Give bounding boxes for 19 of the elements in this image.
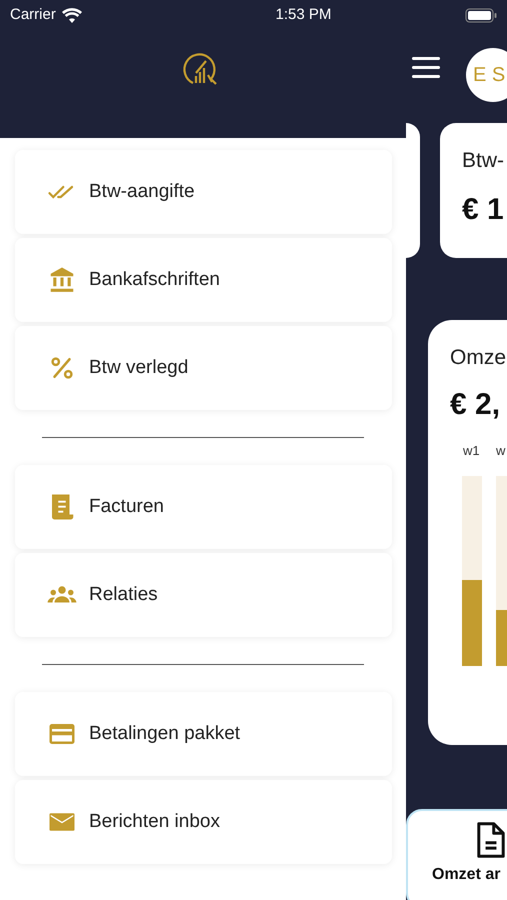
week-label: w bbox=[496, 442, 506, 460]
card-title: Omze bbox=[450, 345, 507, 371]
menu-item[interactable]: Btw verlegd bbox=[15, 326, 392, 410]
battery-icon bbox=[465, 8, 497, 22]
menu-item[interactable]: Relaties bbox=[15, 553, 392, 637]
menu-item[interactable]: Facturen bbox=[15, 465, 392, 549]
card-amount: € 1 bbox=[462, 192, 505, 228]
menu-item[interactable]: Betalingen pakket bbox=[15, 692, 392, 776]
carrier-name: Carrier bbox=[10, 4, 56, 25]
card-title: Btw- bbox=[462, 148, 505, 174]
menu-item[interactable]: Berichten inbox bbox=[15, 780, 392, 864]
week-label: w1 bbox=[463, 442, 481, 460]
wifi-icon bbox=[62, 8, 82, 22]
clock-time: 1:53 PM bbox=[275, 4, 332, 25]
menu-item[interactable]: Btw-aangifte bbox=[15, 150, 392, 234]
revenue-report-card[interactable]: Omzet ar bbox=[406, 809, 507, 900]
menu-item[interactable]: Bankafschriften bbox=[15, 238, 392, 322]
card-amount: € 2, bbox=[450, 386, 502, 422]
menu-button[interactable] bbox=[410, 55, 442, 80]
